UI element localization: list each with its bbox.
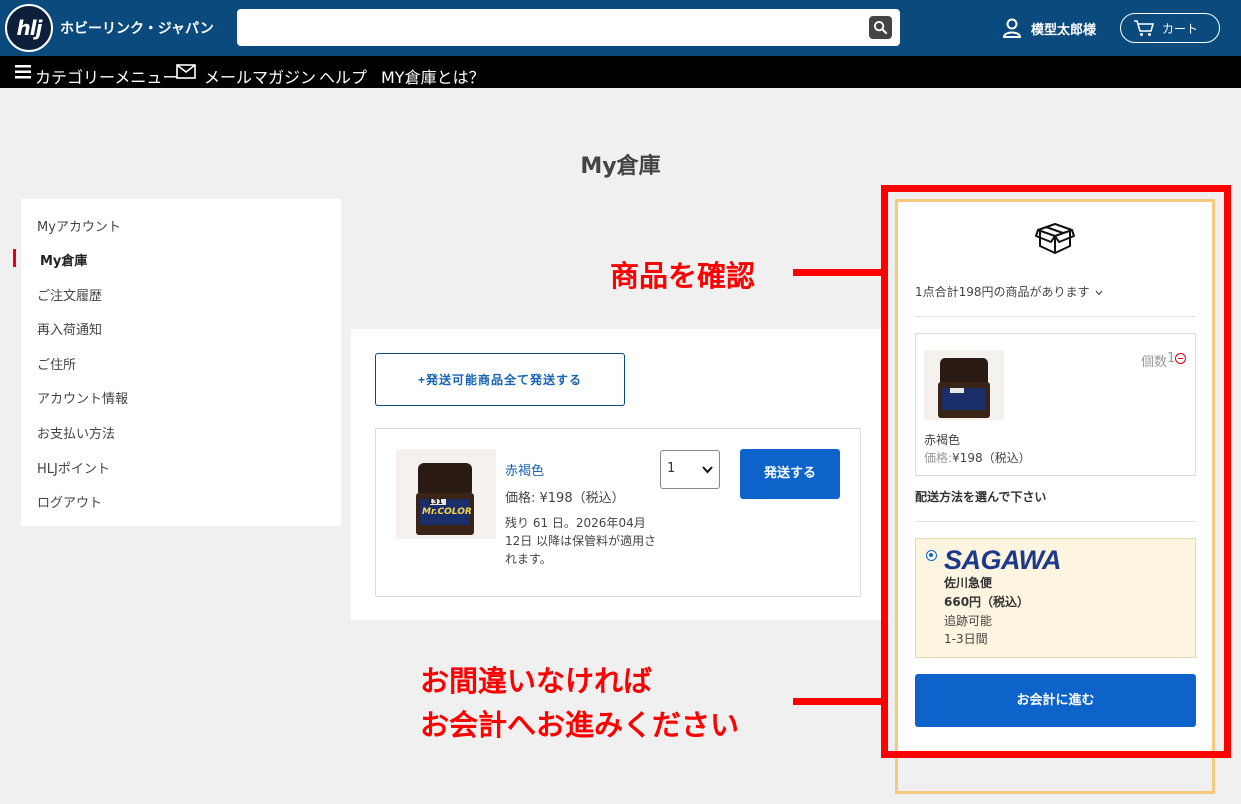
nav-my-warehouse-about[interactable]: MY倉庫とは？ — [381, 64, 485, 88]
mail-icon[interactable] — [176, 64, 196, 79]
brand-name[interactable]: ホビーリンク・ジャパン — [60, 18, 214, 38]
quantity-select[interactable]: 1 — [660, 450, 720, 489]
sidebar-item-my-account[interactable]: Myアカウント — [37, 216, 121, 235]
search-input[interactable] — [237, 9, 900, 46]
highlight-frame — [881, 185, 1231, 758]
nav-category-menu[interactable]: カテゴリーメニュー — [35, 64, 178, 88]
chevron-down-icon — [702, 466, 713, 474]
ship-button[interactable]: 発送する — [740, 449, 840, 499]
page-title: My倉庫 — [580, 154, 661, 179]
cart-icon — [1134, 20, 1155, 36]
ship-all-button[interactable]: +発送可能商品全て発送する — [375, 353, 625, 406]
cart-button[interactable]: カート — [1120, 13, 1220, 43]
annotation-arrow-line — [793, 698, 883, 705]
sidebar-item-restock-notice[interactable]: 再入荷通知 — [37, 319, 102, 338]
sidebar-item-my-warehouse[interactable]: My倉庫 — [40, 250, 87, 269]
item-name-link[interactable]: 赤褐色 — [505, 460, 544, 479]
sidebar-active-indicator — [13, 249, 16, 267]
cart-label: カート — [1162, 22, 1199, 36]
hlj-logo[interactable]: hlj — [5, 4, 53, 52]
annotation-proceed-line2: お会計へお進みください — [420, 708, 740, 742]
annotation-proceed-line1: お間違いなければ — [420, 664, 653, 698]
hamburger-icon[interactable] — [15, 65, 31, 79]
product-image-label: Mr.COLOR — [422, 507, 472, 517]
item-price: 価格: ¥198（税込） — [505, 491, 625, 506]
item-storage-note: 残り 61 日。2026年04月12日 以降は保管料が適用されます。 — [505, 516, 657, 566]
user-icon[interactable] — [1001, 17, 1023, 39]
product-image[interactable] — [396, 449, 496, 539]
sidebar-item-account-info[interactable]: アカウント情報 — [37, 388, 128, 407]
sidebar-item-logout[interactable]: ログアウト — [37, 492, 102, 511]
annotation-check-items: 商品を確認 — [610, 259, 756, 293]
nav-help[interactable]: ヘルプ — [319, 64, 367, 88]
sidebar-item-hlj-points[interactable]: HLJポイント — [37, 458, 110, 477]
quantity-value: 1 — [667, 461, 676, 476]
sidebar-item-order-history[interactable]: ご注文履歴 — [37, 285, 102, 304]
search-icon — [873, 20, 888, 35]
annotation-arrow-line — [793, 269, 883, 276]
product-image-number: 131 — [428, 498, 443, 506]
sidebar-item-payment[interactable]: お支払い方法 — [37, 423, 115, 442]
user-name[interactable]: 模型太郎様 — [1031, 19, 1096, 38]
sidebar-item-address[interactable]: ご住所 — [37, 354, 76, 373]
search-button[interactable] — [869, 16, 892, 39]
nav-mail-magazine[interactable]: メールマガジン — [204, 64, 316, 88]
